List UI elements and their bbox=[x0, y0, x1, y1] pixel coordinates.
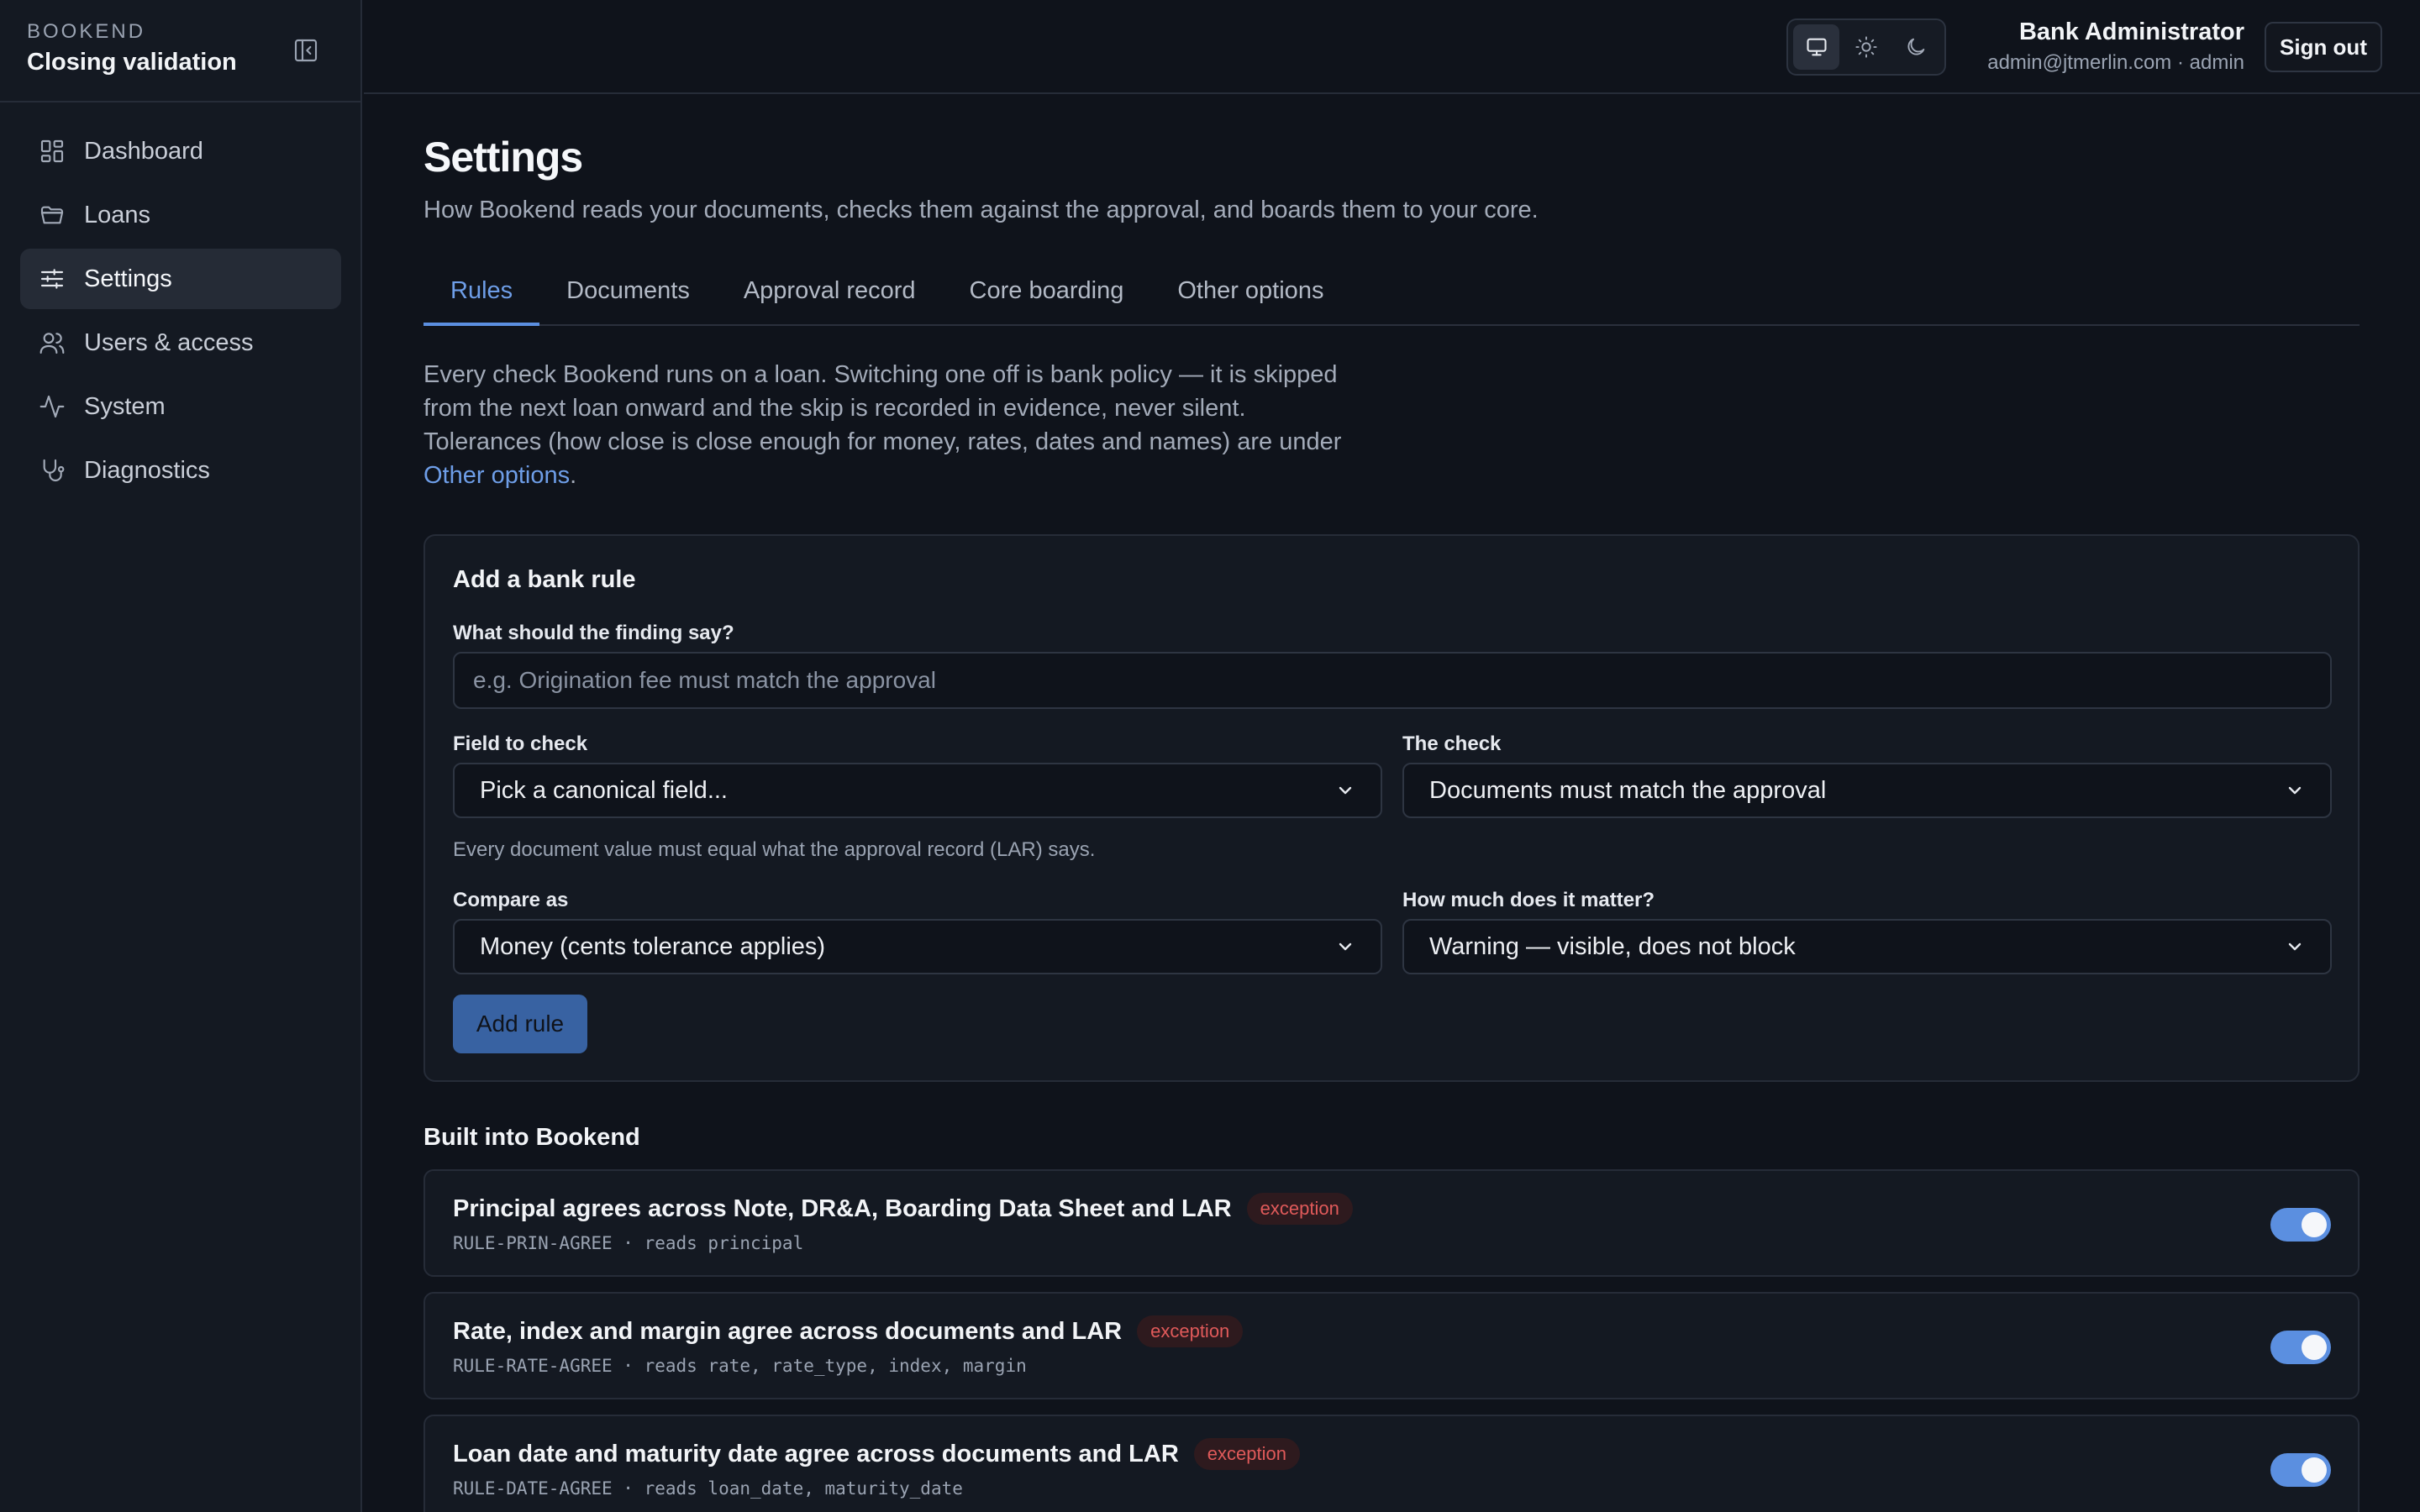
rule-row: Rate, index and margin agree across docu… bbox=[424, 1292, 2360, 1399]
check-label: The check bbox=[1402, 732, 1502, 755]
rule-name: Loan date and maturity date agree across… bbox=[453, 1440, 1179, 1467]
check-select[interactable]: Documents must match the approval bbox=[1402, 763, 2332, 818]
rule-enabled-toggle[interactable] bbox=[2270, 1208, 2331, 1242]
builtin-rules-title: Built into Bookend bbox=[424, 1124, 640, 1151]
severity-select[interactable]: Warning — visible, does not block bbox=[1402, 919, 2332, 974]
add-rule-title: Add a bank rule bbox=[453, 566, 636, 593]
field-to-check-value: Pick a canonical field... bbox=[480, 776, 728, 804]
monitor-icon bbox=[1807, 38, 1827, 56]
theme-dark-button[interactable] bbox=[1893, 24, 1939, 70]
sidebar-item-label: Dashboard bbox=[84, 137, 203, 165]
rules-intro: Every check Bookend runs on a loan. Swit… bbox=[424, 358, 1415, 492]
sidebar-divider bbox=[0, 101, 362, 102]
severity-badge: exception bbox=[1137, 1315, 1244, 1347]
tab-documents[interactable]: Documents bbox=[539, 265, 717, 326]
brand-title: Closing validation bbox=[27, 49, 237, 76]
tab-rules[interactable]: Rules bbox=[424, 265, 540, 326]
tab-core-boarding[interactable]: Core boarding bbox=[943, 265, 1151, 326]
add-rule-button[interactable]: Add rule bbox=[453, 995, 587, 1053]
settings-tabs: Rules Documents Approval record Core boa… bbox=[424, 265, 2360, 326]
folder-icon bbox=[40, 206, 64, 224]
user-email: admin@jtmerlin.com · admin bbox=[1987, 51, 2244, 74]
rule-title: Principal agrees across Note, DR&A, Boar… bbox=[453, 1193, 1353, 1225]
user-name: Bank Administrator bbox=[2018, 18, 2244, 45]
theme-light-button[interactable] bbox=[1843, 24, 1889, 70]
stethoscope-icon bbox=[43, 459, 65, 482]
dashboard-icon bbox=[40, 139, 64, 163]
finding-input[interactable]: e.g. Origination fee must match the appr… bbox=[453, 652, 2332, 709]
intro-end: . bbox=[570, 462, 577, 489]
tab-other-options[interactable]: Other options bbox=[1150, 265, 1350, 326]
page-subtitle: How Bookend reads your documents, checks… bbox=[424, 197, 1539, 223]
check-value: Documents must match the approval bbox=[1429, 776, 1827, 804]
field-to-check-label: Field to check bbox=[453, 732, 588, 755]
sidebar-item-system[interactable]: System bbox=[20, 376, 341, 437]
intro-line: Other options. bbox=[424, 459, 1415, 492]
theme-system-button[interactable] bbox=[1793, 24, 1840, 70]
users-icon bbox=[39, 333, 65, 354]
add-rule-card: Add a bank rule What should the finding … bbox=[424, 534, 2360, 1082]
sidebar-item-diagnostics[interactable]: Diagnostics bbox=[20, 440, 341, 501]
severity-badge: exception bbox=[1246, 1193, 1353, 1225]
finding-placeholder: e.g. Origination fee must match the appr… bbox=[473, 667, 936, 693]
compare-as-label: Compare as bbox=[453, 889, 569, 911]
rule-meta: RULE-DATE-AGREE · reads loan_date, matur… bbox=[453, 1478, 963, 1499]
sidebar-item-settings[interactable]: Settings bbox=[20, 249, 341, 309]
other-options-link[interactable]: Other options bbox=[424, 462, 570, 489]
sidebar-item-label: System bbox=[84, 392, 166, 420]
rule-enabled-toggle[interactable] bbox=[2270, 1331, 2331, 1364]
sidebar: BOOKEND Closing validation Dashboard Loa… bbox=[0, 0, 362, 1512]
sidebar-item-label: Settings bbox=[84, 265, 172, 292]
severity-value: Warning — visible, does not block bbox=[1429, 932, 1796, 960]
chevron-down-icon bbox=[1339, 942, 1352, 951]
sidebar-item-loans[interactable]: Loans bbox=[20, 185, 341, 245]
brand: BOOKEND Closing validation bbox=[27, 20, 237, 76]
sidebar-item-label: Loans bbox=[84, 201, 151, 228]
check-hint: Every document value must equal what the… bbox=[453, 838, 1096, 861]
top-bar: Bank Administrator admin@jtmerlin.com · … bbox=[364, 0, 2420, 94]
rule-title: Rate, index and margin agree across docu… bbox=[453, 1315, 1244, 1347]
rule-enabled-toggle[interactable] bbox=[2270, 1453, 2331, 1487]
severity-label: How much does it matter? bbox=[1402, 889, 1655, 911]
theme-switcher bbox=[1786, 18, 1946, 76]
sidebar-collapse-icon bbox=[294, 39, 318, 62]
rule-name: Principal agrees across Note, DR&A, Boar… bbox=[453, 1194, 1232, 1222]
sign-out-button[interactable]: Sign out bbox=[2265, 22, 2382, 72]
compare-as-select[interactable]: Money (cents tolerance applies) bbox=[453, 919, 1382, 974]
intro-line: Every check Bookend runs on a loan. Swit… bbox=[424, 361, 1338, 388]
sliders-icon bbox=[40, 269, 64, 289]
sidebar-nav: Dashboard Loans Settings Users & access bbox=[20, 121, 341, 504]
compare-as-value: Money (cents tolerance applies) bbox=[480, 932, 826, 960]
moon-icon bbox=[1907, 38, 1925, 55]
activity-icon bbox=[39, 395, 65, 418]
sidebar-item-label: Users & access bbox=[84, 328, 254, 356]
finding-label: What should the finding say? bbox=[453, 622, 734, 644]
sidebar-item-label: Diagnostics bbox=[84, 456, 210, 484]
chevron-down-icon bbox=[1339, 786, 1352, 795]
chevron-down-icon bbox=[2288, 786, 2302, 795]
sidebar-item-users-access[interactable]: Users & access bbox=[20, 312, 341, 373]
page-title: Settings bbox=[424, 134, 583, 181]
user-info: Bank Administrator admin@jtmerlin.com · … bbox=[1987, 18, 2244, 75]
intro-line: from the next loan onward and the skip i… bbox=[424, 395, 1246, 422]
sun-icon bbox=[1855, 36, 1877, 58]
field-to-check-select[interactable]: Pick a canonical field... bbox=[453, 763, 1382, 818]
rule-meta: RULE-PRIN-AGREE · reads principal bbox=[453, 1233, 804, 1253]
severity-badge: exception bbox=[1193, 1438, 1300, 1470]
rule-meta: RULE-RATE-AGREE · reads rate, rate_type,… bbox=[453, 1356, 1027, 1376]
collapse-sidebar-button[interactable] bbox=[292, 37, 319, 64]
rule-title: Loan date and maturity date agree across… bbox=[453, 1438, 1300, 1470]
rule-name: Rate, index and margin agree across docu… bbox=[453, 1317, 1123, 1345]
rule-row: Principal agrees across Note, DR&A, Boar… bbox=[424, 1169, 2360, 1277]
intro-line: Tolerances (how close is close enough fo… bbox=[424, 428, 1342, 455]
tab-approval-record[interactable]: Approval record bbox=[717, 265, 943, 326]
rule-row: Loan date and maturity date agree across… bbox=[424, 1415, 2360, 1512]
sidebar-item-dashboard[interactable]: Dashboard bbox=[20, 121, 341, 181]
chevron-down-icon bbox=[2288, 942, 2302, 951]
brand-name: BOOKEND bbox=[27, 20, 146, 43]
